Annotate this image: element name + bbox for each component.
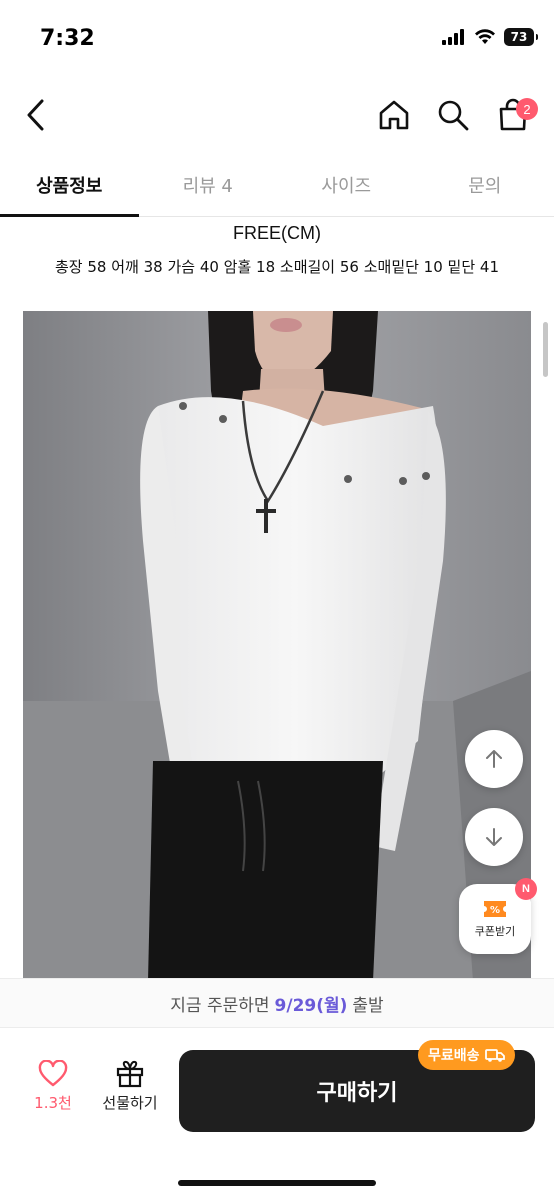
cart-count-badge: 2 [516, 98, 538, 120]
like-button[interactable]: 1.3천 [22, 1060, 84, 1126]
free-shipping-badge: 무료배송 [418, 1040, 515, 1070]
home-button[interactable] [369, 90, 419, 140]
like-count: 1.3천 [34, 1094, 72, 1112]
product-image [23, 311, 531, 981]
arrow-up-icon [486, 750, 502, 768]
scroll-down-button[interactable] [465, 808, 523, 866]
tab-inquiry[interactable]: 문의 [416, 155, 554, 215]
status-icons: 73 [442, 28, 538, 46]
delivery-prefix: 지금 주문하면 [170, 995, 270, 1016]
size-detail: 총장 58 어깨 38 가슴 40 암홀 18 소매길이 56 소매밑단 10 … [55, 258, 499, 276]
scroll-up-button[interactable] [465, 730, 523, 788]
scroll-indicator[interactable] [543, 322, 548, 377]
arrow-down-icon [486, 828, 502, 846]
gift-label: 선물하기 [102, 1094, 158, 1112]
gift-icon [116, 1060, 144, 1088]
delivery-suffix: 출발 [352, 995, 384, 1016]
nav-bar: 2 [0, 80, 554, 150]
tab-reviews[interactable]: 리뷰 4 [139, 155, 278, 215]
product-photo-illustration [23, 311, 531, 981]
signal-icon [442, 29, 464, 45]
home-indicator [178, 1180, 376, 1186]
heart-icon [38, 1060, 68, 1087]
status-bar: 7:32 73 [0, 0, 554, 80]
tab-product-info[interactable]: 상품정보 [0, 155, 139, 217]
size-title: FREE(CM) [233, 223, 321, 243]
back-button[interactable] [10, 90, 60, 140]
coupon-new-badge: N [515, 878, 537, 900]
delivery-truck-icon [484, 1049, 505, 1062]
svg-text:%: % [490, 905, 500, 916]
status-time: 7:32 [40, 26, 95, 51]
wifi-icon [475, 29, 495, 44]
gift-button[interactable]: 선물하기 [94, 1060, 166, 1126]
search-icon [438, 100, 469, 131]
tab-size[interactable]: 사이즈 [277, 155, 416, 215]
delivery-banner: 지금 주문하면 9/29(월) 출발 [0, 978, 554, 1028]
bottom-action-bar: 1.3천 선물하기 구매하기 무료배송 [0, 1030, 554, 1150]
coupon-label: 쿠폰받기 [474, 925, 516, 938]
chevron-left-icon [27, 99, 44, 131]
search-button[interactable] [428, 90, 478, 140]
home-icon [379, 100, 409, 130]
cart-button[interactable]: 2 [488, 90, 538, 140]
product-tabs: 상품정보 리뷰 4 사이즈 문의 [0, 155, 554, 217]
delivery-date: 9/29(월) [274, 995, 348, 1016]
battery-indicator: 73 [504, 28, 538, 46]
free-shipping-label: 무료배송 [428, 1048, 480, 1064]
coupon-button[interactable]: % 쿠폰받기 N [459, 878, 537, 954]
coupon-icon: % [484, 901, 506, 917]
battery-level: 73 [510, 30, 528, 44]
